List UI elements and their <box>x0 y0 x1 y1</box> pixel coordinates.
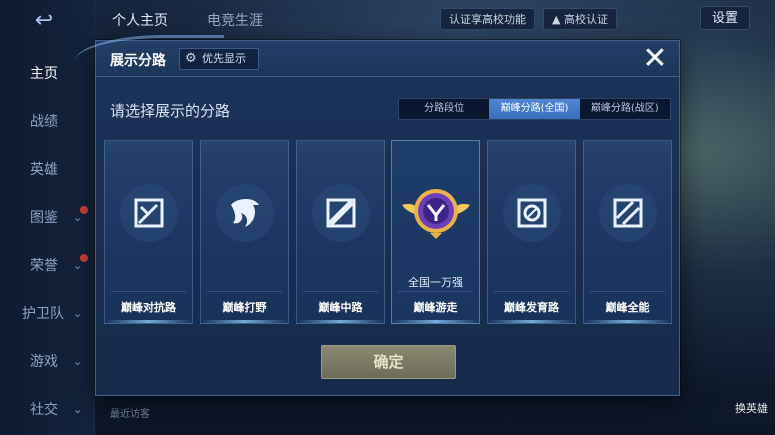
lane-card-label: 巅峰游走 <box>413 301 458 314</box>
chevron-down-icon: ⌄ <box>73 355 83 368</box>
card-divider <box>494 291 569 292</box>
lane-card-jungle[interactable]: 巅峰打野 <box>200 140 289 324</box>
card-divider <box>398 291 473 292</box>
lane-card-label: 巅峰打野 <box>222 301 267 314</box>
lane-card-farm[interactable]: 巅峰发育路 <box>487 140 576 324</box>
sidebar-item-codex[interactable]: 图鉴 ⌄ <box>0 206 95 230</box>
sidebar-item-guard[interactable]: 护卫队 ⌄ <box>0 302 95 326</box>
lane-card-top[interactable]: 巅峰对抗路 <box>104 140 193 324</box>
sidebar-item-label: 主页 <box>30 66 58 82</box>
notification-dot <box>80 206 88 214</box>
farm-lane-icon <box>503 184 561 242</box>
lane-card-label: 巅峰发育路 <box>504 301 559 314</box>
lane-type-segmented-control: 分路段位 巅峰分路(全国) 巅峰分路(战区) <box>398 98 671 120</box>
sidebar-item-label: 战绩 <box>30 114 58 130</box>
tab-peak-lane-national[interactable]: 巅峰分路(全国) <box>489 99 580 119</box>
close-button[interactable]: ✕ <box>639 43 671 75</box>
card-divider <box>303 291 378 292</box>
back-arrow-icon[interactable]: ↩ <box>22 10 66 32</box>
campus-verify-button[interactable]: ▲ 高校认证 <box>543 8 617 30</box>
sidebar-item-label: 荣誉 <box>30 258 58 274</box>
confirm-button[interactable]: 确定 <box>321 345 456 379</box>
verify-button[interactable]: 认证享高校功能 <box>440 8 535 30</box>
card-divider <box>590 291 665 292</box>
lane-card-all-round[interactable]: 巅峰全能 <box>583 140 672 324</box>
priority-label: 优先显示 <box>202 52 246 65</box>
lane-card-label: 巅峰对抗路 <box>121 301 176 314</box>
sidebar-item-label: 游戏 <box>30 354 58 370</box>
lane-card-list: 巅峰对抗路 巅峰打野 巅峰中路 全国一万强 巅峰游走 巅峰发育路 巅峰全能 <box>104 140 672 324</box>
sidebar-item-label: 护卫队 <box>22 306 64 322</box>
recent-visitors-label: 最近访客 <box>110 409 150 420</box>
switch-hero-button[interactable]: 换英雄 <box>735 400 768 416</box>
sidebar-item-label: 图鉴 <box>30 210 58 226</box>
chevron-down-icon: ⌄ <box>73 403 83 416</box>
sidebar-item-social[interactable]: 社交 ⌄ <box>0 398 95 422</box>
sidebar-item-games[interactable]: 游戏 ⌄ <box>0 350 95 374</box>
card-divider <box>207 291 282 292</box>
close-icon: ✕ <box>642 41 668 76</box>
sidebar-item-records[interactable]: 战绩 <box>0 110 95 134</box>
lane-card-roam[interactable]: 全国一万强 巅峰游走 <box>391 140 480 324</box>
campus-icon: ▲ <box>552 13 564 26</box>
lane-card-mid[interactable]: 巅峰中路 <box>296 140 385 324</box>
priority-display-button[interactable]: ⚙ 优先显示 <box>179 48 259 70</box>
sword-lane-icon <box>120 184 178 242</box>
chevron-down-icon: ⌄ <box>73 307 83 320</box>
top-bar: 个人主页 电竞生涯 认证享高校功能 ▲ 高校认证 设置 <box>95 0 775 38</box>
sidebar-item-label: 社交 <box>30 402 58 418</box>
card-divider <box>111 291 186 292</box>
lane-display-modal: 展示分路 ⚙ 优先显示 ✕ 请选择展示的分路 分路段位 巅峰分路(全国) 巅峰分… <box>74 35 680 396</box>
lane-card-label: 巅峰中路 <box>318 301 363 314</box>
campus-label: 高校认证 <box>563 13 608 26</box>
settings-button[interactable]: 设置 <box>700 6 750 30</box>
all-round-icon <box>599 184 657 242</box>
sidebar-item-heroes[interactable]: 英雄 <box>0 158 95 182</box>
tab-lane-rank[interactable]: 分路段位 <box>399 99 489 119</box>
rank-label: 全国一万强 <box>408 276 463 289</box>
lane-card-label: 巅峰全能 <box>605 301 650 314</box>
gear-icon: ⚙ <box>185 51 197 66</box>
roam-badge-icon <box>402 189 470 239</box>
modal-title: 展示分路 <box>110 53 166 69</box>
notification-dot <box>80 254 88 262</box>
modal-header: 展示分路 ⚙ 优先显示 ✕ <box>74 35 679 77</box>
tab-personal[interactable]: 个人主页 <box>112 10 168 30</box>
sidebar-item-label: 英雄 <box>30 162 58 178</box>
tab-esports[interactable]: 电竞生涯 <box>207 10 263 30</box>
modal-subtitle: 请选择展示的分路 <box>110 102 231 120</box>
sidebar-item-honor[interactable]: 荣誉 ⌄ <box>0 254 95 278</box>
tab-peak-lane-region[interactable]: 巅峰分路(战区) <box>580 99 670 119</box>
jungle-dragon-icon <box>216 184 274 242</box>
mid-lane-icon <box>312 184 370 242</box>
